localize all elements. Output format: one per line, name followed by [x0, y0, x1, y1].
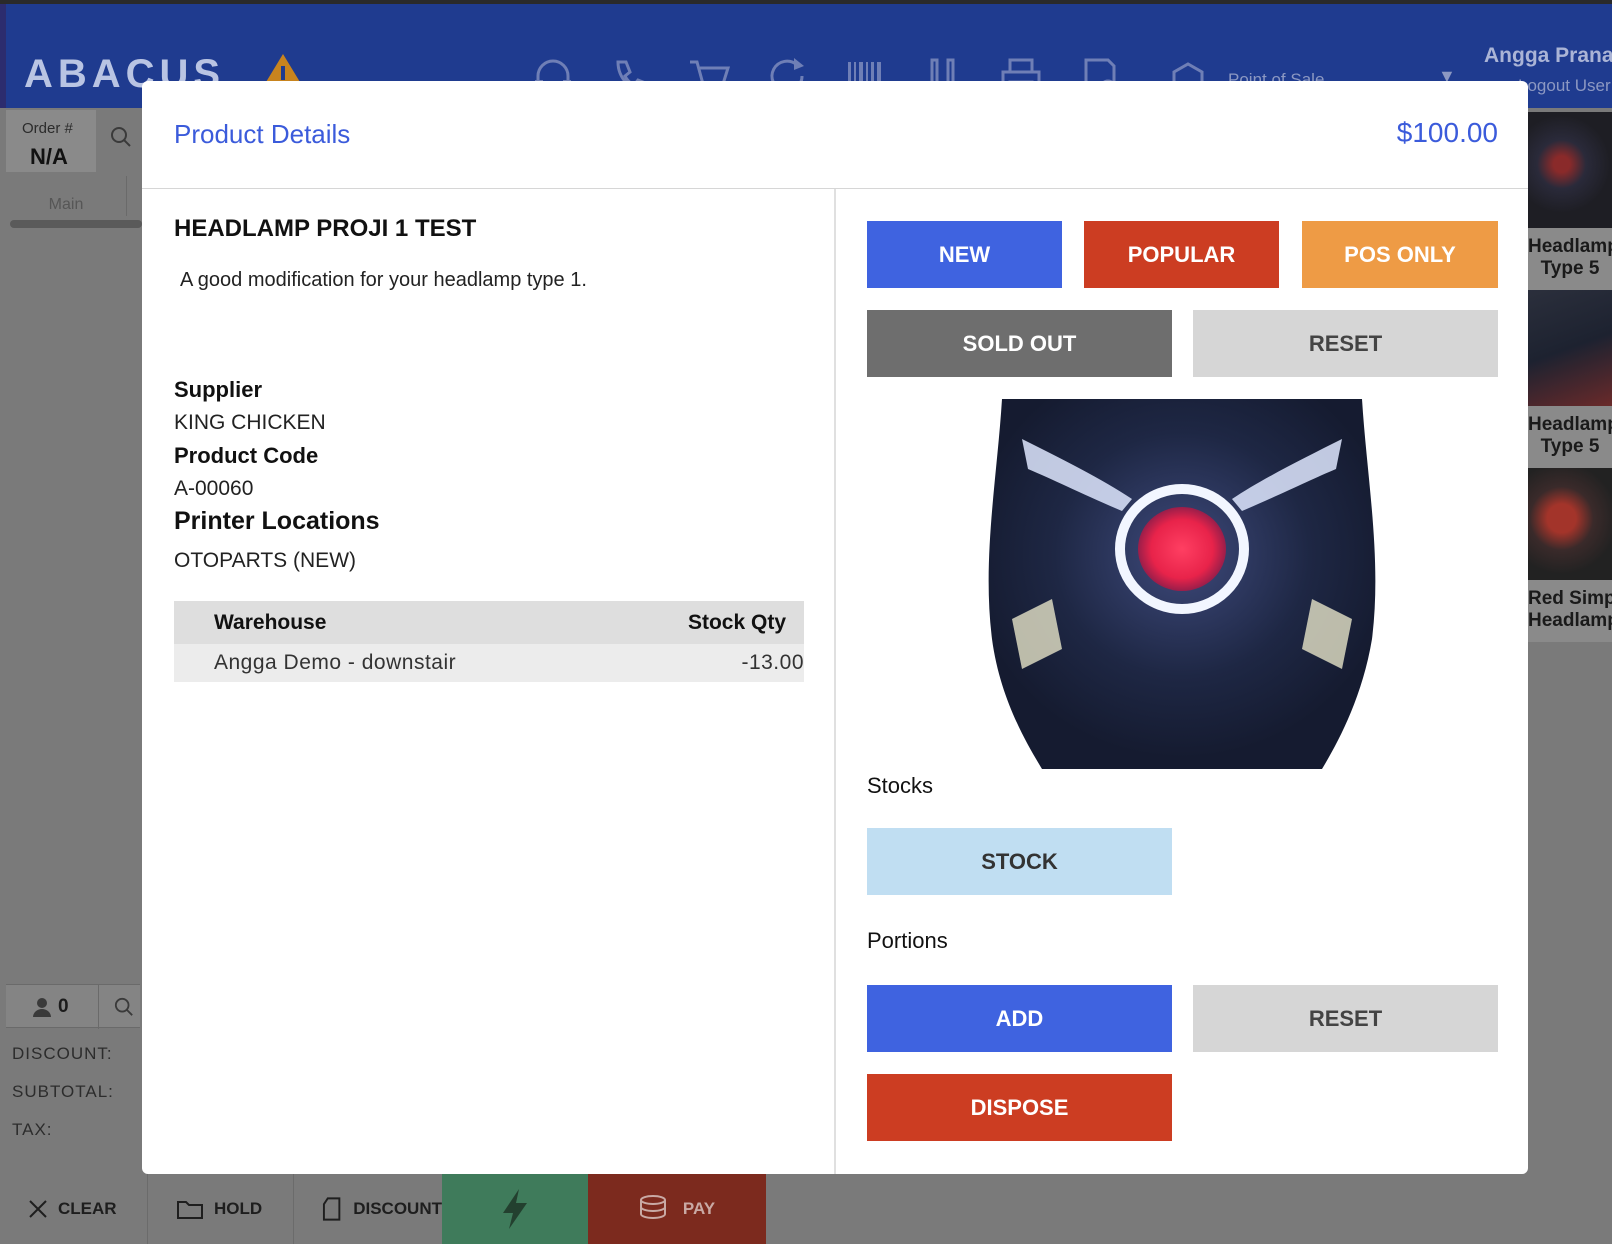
pos-only-tag-button[interactable]: POS ONLY [1302, 221, 1498, 288]
hold-label: HOLD [214, 1199, 263, 1218]
product-thumbnail[interactable] [1528, 290, 1612, 406]
warehouse-stock-table: Warehouse Stock Qty Angga Demo - downsta… [174, 601, 804, 682]
column-divider [834, 189, 836, 1174]
product-tile-name-line: Headlamp P [1528, 236, 1612, 257]
product-code-value: A-00060 [174, 477, 254, 500]
product-tile-name-line: Headlamp [1528, 610, 1612, 631]
product-tile-name[interactable]: Headlamp VType 5 [1528, 406, 1612, 468]
pay-label: PAY [682, 1199, 716, 1218]
tab-main[interactable]: Main [6, 188, 126, 222]
product-tile-name[interactable]: Red Simpl Headlamp [1528, 580, 1612, 642]
reset-tags-button[interactable]: RESET [1193, 310, 1498, 377]
customer-row-divider [98, 985, 99, 1029]
customer-search-icon[interactable] [114, 997, 134, 1017]
product-image [988, 399, 1376, 769]
popular-tag-button[interactable]: POPULAR [1084, 221, 1279, 288]
product-tile-name-line: Headlamp V [1528, 414, 1612, 435]
add-portion-button[interactable]: ADD [867, 985, 1172, 1052]
product-tile-name-line: Red Simpl [1528, 588, 1612, 609]
stock-button[interactable]: STOCK [867, 828, 1172, 895]
table-header: Warehouse Stock Qty [174, 601, 804, 644]
order-totals: DISCOUNT: SUBTOTAL: TAX: [12, 1044, 114, 1158]
table-row: Angga Demo - downstair -13.00 [174, 644, 804, 682]
coins-icon [639, 1195, 666, 1219]
subtotal-label: SUBTOTAL: [12, 1082, 114, 1101]
product-thumbnail[interactable] [1528, 468, 1612, 580]
tax-label: TAX: [12, 1120, 53, 1139]
product-description: A good modification for your headlamp ty… [180, 269, 587, 291]
clear-label: CLEAR [58, 1199, 117, 1218]
tab-scrollbar[interactable] [10, 220, 142, 228]
discount-label: DISCOUNT [353, 1199, 442, 1218]
lightning-icon [503, 1189, 527, 1229]
stocks-label: Stocks [867, 773, 934, 798]
order-number-box: Order # N/A [6, 110, 96, 172]
tag-icon [322, 1197, 341, 1221]
tab-divider [126, 176, 127, 216]
modal-header: Product Details $100.00 [142, 81, 1528, 189]
supplier-label: Supplier [174, 377, 263, 402]
quick-pay-button[interactable] [442, 1174, 588, 1244]
warehouse-header: Warehouse [214, 610, 327, 634]
discount-button[interactable]: DISCOUNT [294, 1174, 442, 1244]
product-tile-name[interactable]: Headlamp PType 5 [1528, 228, 1612, 290]
printer-locations-value: OTOPARTS (NEW) [174, 549, 357, 572]
folder-icon [177, 1201, 203, 1219]
warehouse-cell: Angga Demo - downstair [214, 651, 457, 674]
close-icon [29, 1200, 47, 1218]
new-tag-button[interactable]: NEW [867, 221, 1062, 288]
user-name: Angga Prana [1484, 44, 1612, 67]
reset-portions-button[interactable]: RESET [1193, 985, 1498, 1052]
clear-button[interactable]: CLEAR [0, 1174, 148, 1244]
window-edge [0, 4, 6, 108]
customer-count: 0 [58, 996, 69, 1017]
discount-label: DISCOUNT: [12, 1044, 113, 1063]
printer-locations-label: Printer Locations [174, 507, 380, 535]
product-thumbnail[interactable] [1528, 112, 1612, 228]
hold-button[interactable]: HOLD [148, 1174, 294, 1244]
modal-title: Product Details [174, 119, 351, 149]
logout-link[interactable]: Logout User [1518, 76, 1611, 96]
pay-button[interactable]: PAY [588, 1174, 766, 1244]
stock-qty-header: Stock Qty [687, 610, 786, 634]
user-icon[interactable] [32, 997, 52, 1017]
product-code-label: Product Code [174, 443, 319, 468]
order-value: N/A [30, 144, 68, 169]
search-icon[interactable] [110, 126, 132, 148]
bottom-action-bar: CLEAR HOLD DISCOUNT PAY [0, 1174, 1612, 1244]
order-label: Order # [22, 120, 73, 137]
dispose-button[interactable]: DISPOSE [867, 1074, 1172, 1141]
stock-qty-cell: -13.00 [741, 651, 804, 674]
supplier-value: KING CHICKEN [174, 411, 326, 434]
product-tile-name-line: Type 5 [1540, 258, 1600, 279]
customer-row: 0 [6, 984, 140, 1029]
product-price: $100.00 [1396, 117, 1498, 148]
sold-out-button[interactable]: SOLD OUT [867, 310, 1172, 377]
product-details-modal: Product Details $100.00 HEADLAMP PROJI 1… [142, 81, 1528, 1174]
product-name: HEADLAMP PROJI 1 TEST [174, 215, 477, 242]
portions-label: Portions [867, 928, 948, 953]
product-grid-column: Headlamp PType 5 Headlamp VType 5 Red Si… [1528, 112, 1612, 642]
product-tile-name-line: Type 5 [1540, 436, 1600, 457]
